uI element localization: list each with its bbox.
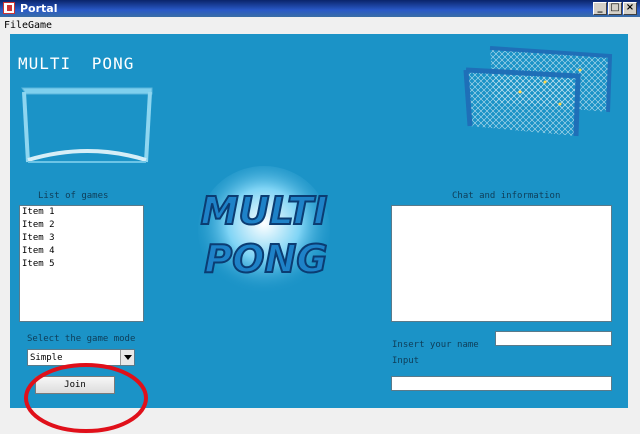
- name-label: Insert your name: [392, 340, 479, 350]
- menu-file[interactable]: File: [4, 20, 28, 31]
- list-item[interactable]: Item 4: [20, 245, 143, 258]
- games-list[interactable]: Item 1 Item 2 Item 3 Item 4 Item 5: [19, 205, 144, 322]
- window-titlebar: Portal _ □ ×: [0, 0, 640, 17]
- menu-bar: File Game: [0, 17, 640, 33]
- java-app-icon: [3, 2, 15, 14]
- logo-text-pong: PONG: [204, 237, 327, 281]
- list-item[interactable]: Item 1: [20, 206, 143, 219]
- logo-text-multi: MULTI: [201, 189, 328, 233]
- list-item[interactable]: Item 5: [20, 258, 143, 271]
- input-field[interactable]: [391, 376, 612, 391]
- game-mode-label: Select the game mode: [27, 334, 136, 344]
- menu-game[interactable]: Game: [28, 20, 52, 31]
- goal-image-right: [463, 46, 613, 137]
- annotation-circle: [24, 363, 148, 433]
- window-title: Portal: [20, 2, 58, 15]
- app-title: MULTI PONG: [18, 54, 135, 73]
- games-list-label: List of games: [38, 191, 109, 201]
- input-label: Input: [392, 356, 420, 366]
- goal-image-left: [21, 87, 153, 163]
- minimize-button[interactable]: _: [593, 2, 607, 15]
- list-item[interactable]: Item 2: [20, 219, 143, 232]
- multi-pong-logo: MULTI PONG: [198, 166, 330, 294]
- maximize-button[interactable]: □: [608, 2, 622, 15]
- chat-area[interactable]: [391, 205, 612, 322]
- list-item[interactable]: Item 3: [20, 232, 143, 245]
- close-button[interactable]: ×: [623, 2, 637, 15]
- main-panel: MULTI PONG MULTI PONG List of games Item…: [10, 34, 628, 433]
- chat-label: Chat and information: [452, 191, 561, 201]
- name-field[interactable]: [495, 331, 612, 346]
